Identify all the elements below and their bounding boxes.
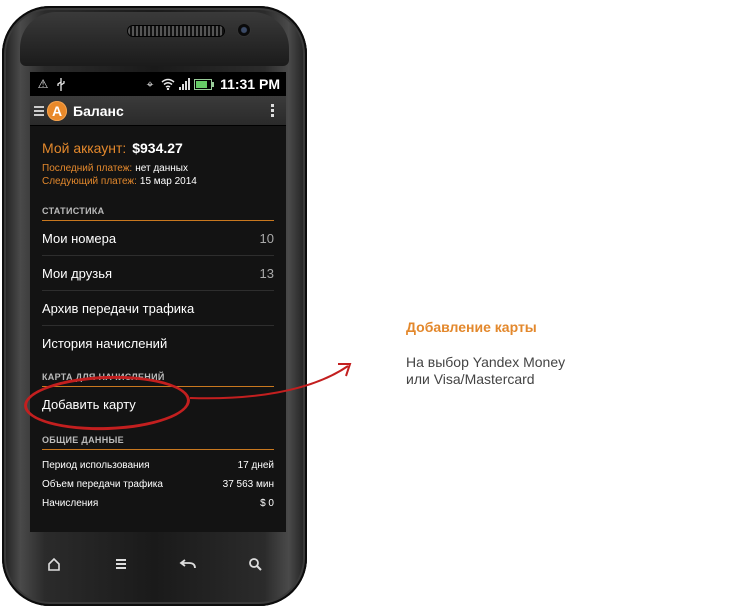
callout-description: На выбор Yandex Money или Visa/Mastercar… — [406, 354, 626, 388]
callout-title: Добавление карты — [406, 319, 537, 335]
callout-line: или Visa/Mastercard — [406, 371, 535, 387]
callout-arrow — [189, 363, 352, 400]
callout-line: На выбор Yandex Money — [406, 354, 566, 370]
